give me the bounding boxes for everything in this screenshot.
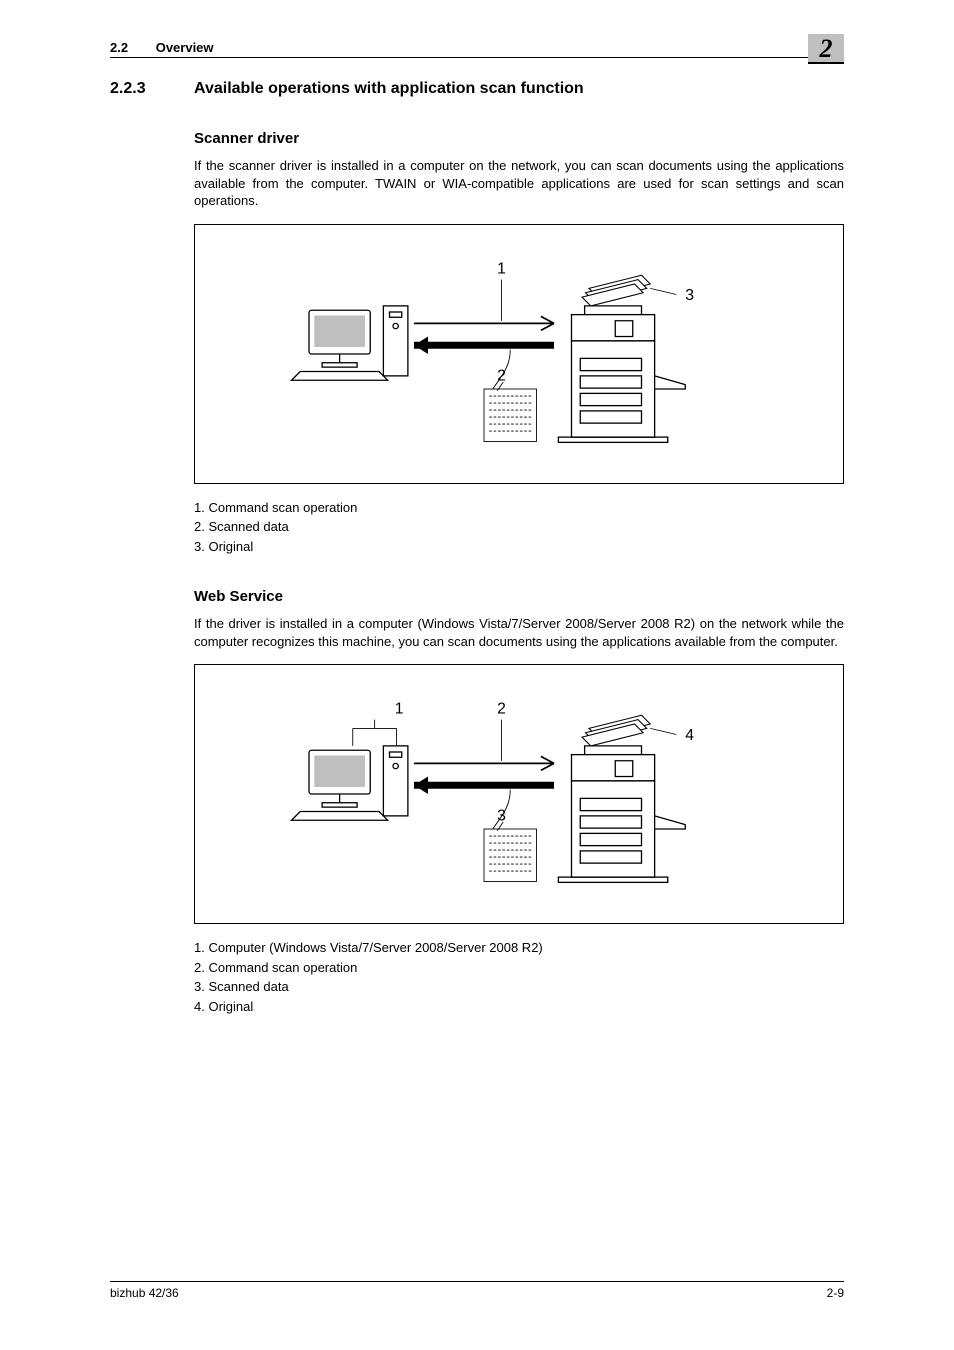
fig1-label-3: 3 <box>685 286 694 303</box>
header-left: 2.2 Overview <box>110 40 214 55</box>
header-section-number: 2.2 <box>110 40 128 55</box>
page-header: 2.2 Overview <box>110 40 844 58</box>
footer-page: 2-9 <box>827 1286 844 1300</box>
page-footer: bizhub 42/36 2-9 <box>110 1281 844 1300</box>
legend-item: 2. Scanned data <box>194 517 844 537</box>
figure-scanner-driver: 1 2 <box>194 224 844 484</box>
legend-item: 3. Scanned data <box>194 977 844 997</box>
page: 2.2 Overview 2 2.2.3 Available operation… <box>0 0 954 1350</box>
legend-item: 1. Command scan operation <box>194 498 844 518</box>
figure-web-service: 1 2 <box>194 664 844 924</box>
diagram-web-service: 1 2 <box>239 679 799 909</box>
legend-item: 3. Original <box>194 537 844 557</box>
legend-item: 1. Computer (Windows Vista/7/Server 2008… <box>194 938 844 958</box>
footer-model: bizhub 42/36 <box>110 1286 179 1300</box>
text-web-service: If the driver is installed in a computer… <box>194 615 844 650</box>
diagram-scanner-driver: 1 2 <box>239 239 799 469</box>
fig1-label-2: 2 <box>497 367 506 384</box>
section-number: 2.2.3 <box>110 80 194 98</box>
fig2-label-3: 3 <box>497 807 506 824</box>
header-section-title: Overview <box>156 40 214 55</box>
section-title: Available operations with application sc… <box>194 80 584 98</box>
legend-item: 2. Command scan operation <box>194 958 844 978</box>
text-scanner-driver: If the scanner driver is installed in a … <box>194 157 844 210</box>
section-heading: 2.2.3 Available operations with applicat… <box>110 80 844 98</box>
legend-scanner-driver: 1. Command scan operation 2. Scanned dat… <box>194 498 844 557</box>
fig2-label-1: 1 <box>395 701 404 718</box>
subheading-web-service: Web Service <box>194 588 844 605</box>
fig1-label-1: 1 <box>497 260 506 277</box>
chapter-number-box: 2 <box>808 34 844 64</box>
fig2-label-4: 4 <box>685 727 694 744</box>
legend-item: 4. Original <box>194 997 844 1017</box>
fig2-label-2: 2 <box>497 701 506 718</box>
subheading-scanner-driver: Scanner driver <box>194 130 844 147</box>
legend-web-service: 1. Computer (Windows Vista/7/Server 2008… <box>194 938 844 1016</box>
